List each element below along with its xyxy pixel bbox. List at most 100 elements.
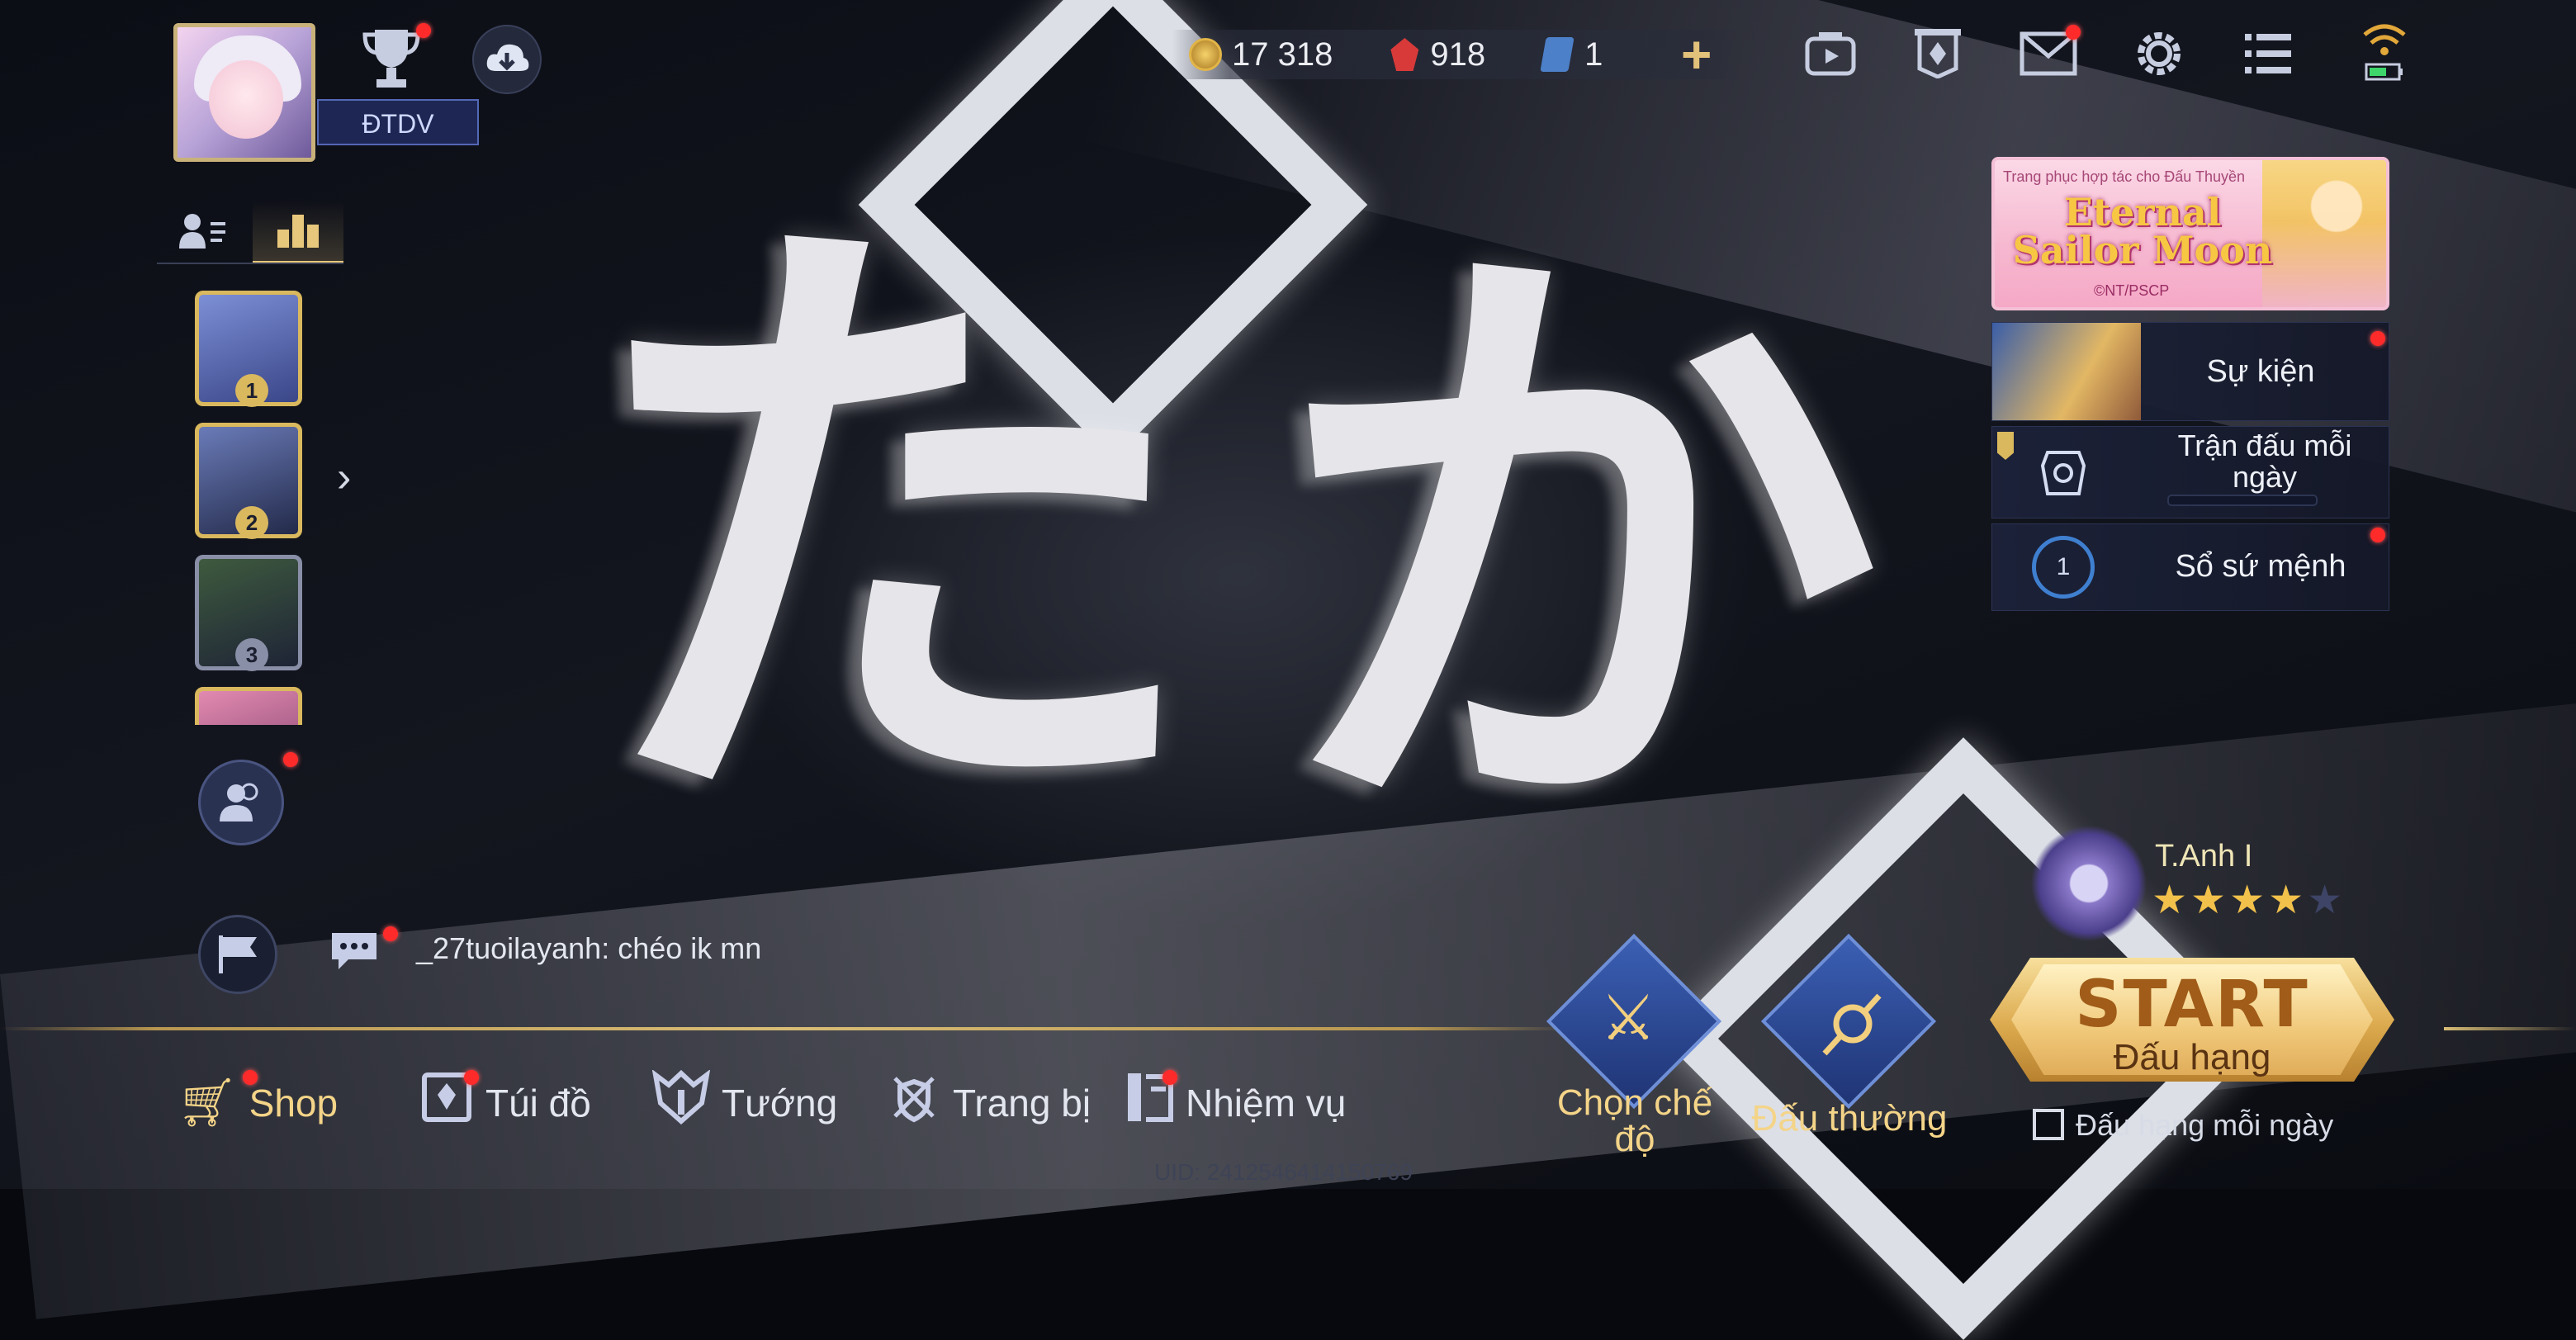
leaderboard-entry[interactable]: 2 bbox=[195, 423, 302, 539]
rank-position-badge: 1 bbox=[235, 374, 268, 407]
banner-button[interactable] bbox=[1909, 23, 1967, 81]
voucher-amount: 1 bbox=[1584, 36, 1603, 73]
star-empty-icon: ★ bbox=[2307, 878, 2346, 922]
nav-heroes[interactable]: Tướng bbox=[651, 1069, 838, 1136]
promo-banner[interactable]: Trang phục hợp tác cho Đấu Thuyền Eterna… bbox=[1991, 157, 2389, 310]
start-button[interactable]: START Đấu hạng bbox=[1990, 958, 2394, 1082]
mission-book-level: 1 bbox=[2056, 553, 2071, 580]
missions-notification-dot bbox=[1163, 1070, 1177, 1085]
flag-icon bbox=[219, 935, 257, 973]
leaderboard-entry[interactable]: 3 bbox=[195, 555, 302, 671]
gear-icon bbox=[2138, 32, 2181, 75]
leaderboard-tabs bbox=[157, 201, 343, 264]
bar-chart-icon bbox=[277, 215, 319, 248]
daily-badge-icon bbox=[1997, 432, 2014, 460]
trophy-icon bbox=[362, 30, 420, 88]
hero-helmet-icon bbox=[651, 1069, 711, 1136]
star-icon: ★ bbox=[2190, 878, 2230, 922]
friends-notification-dot bbox=[283, 752, 298, 767]
rank-stars: ★★★★★ bbox=[2152, 877, 2346, 923]
chat-notification-dot bbox=[383, 926, 398, 941]
rank-position-badge: 3 bbox=[235, 638, 268, 671]
daily-ranked-button[interactable]: Đấu hạng mỗi ngày bbox=[2033, 1108, 2333, 1143]
voucher-icon bbox=[1540, 37, 1574, 72]
star-icon: ★ bbox=[2268, 878, 2308, 922]
promo-title-line2: Sailor Moon bbox=[2012, 228, 2273, 272]
download-button[interactable] bbox=[472, 25, 542, 94]
nav-shop-label: Shop bbox=[249, 1082, 339, 1125]
background-kana-ta: た bbox=[578, 163, 1205, 893]
nav-equipment-label: Trang bị bbox=[953, 1082, 1091, 1125]
wand-icon bbox=[1822, 993, 1882, 1056]
mission-book-label: Sổ sứ mệnh bbox=[2175, 549, 2346, 584]
gold-coin-icon bbox=[1189, 38, 1222, 71]
chat-button[interactable] bbox=[329, 926, 398, 983]
nav-bag[interactable]: Túi đồ bbox=[419, 1070, 591, 1136]
tab-friends-list[interactable] bbox=[157, 201, 248, 261]
gift-icon bbox=[2033, 1109, 2064, 1140]
nav-bag-label: Túi đồ bbox=[485, 1082, 591, 1125]
cloud-download-icon bbox=[486, 44, 529, 71]
event-row-events[interactable]: Sự kiện bbox=[1991, 322, 2389, 421]
settings-button[interactable] bbox=[2130, 25, 2188, 83]
leaderboard-entry[interactable]: 1 bbox=[195, 291, 302, 407]
player-tag[interactable]: ĐTDV bbox=[317, 99, 479, 145]
nav-heroes-label: Tướng bbox=[722, 1082, 838, 1125]
gem-amount: 918 bbox=[1430, 36, 1486, 73]
add-currency-button[interactable]: + bbox=[1681, 26, 1712, 83]
start-mode-label: Đấu hạng bbox=[2113, 1037, 2271, 1077]
nav-missions[interactable]: Nhiệm vụ bbox=[1125, 1070, 1346, 1136]
leaderboard-list[interactable]: 1 2 3 bbox=[190, 287, 310, 725]
wifi-battery-icon bbox=[2363, 24, 2406, 81]
tab-leaderboard[interactable] bbox=[253, 201, 343, 264]
nav-equipment[interactable]: Trang bị bbox=[887, 1070, 1091, 1136]
connection-status bbox=[2360, 18, 2409, 84]
rank-emblem-icon[interactable] bbox=[2031, 826, 2147, 941]
banner-icon bbox=[1915, 29, 1961, 78]
promo-copyright: ©NT/PSCP bbox=[2094, 282, 2170, 299]
event-label: Sự kiện bbox=[2206, 354, 2315, 389]
daily-match-progress bbox=[2167, 495, 2318, 506]
guild-flag-button[interactable] bbox=[198, 915, 277, 994]
camera-icon bbox=[1805, 32, 1856, 76]
crossed-swords-icon: ⚔ bbox=[1600, 983, 1657, 1054]
promo-character-art bbox=[2262, 160, 2386, 307]
start-label: START bbox=[2075, 968, 2309, 1042]
chat-preview-message[interactable]: _27tuoilayanh: chéo ik mn bbox=[416, 931, 761, 966]
nav-shop[interactable]: 🛒︎ Shop bbox=[177, 1070, 338, 1136]
shop-notification-dot bbox=[243, 1070, 258, 1085]
normal-match-label: Đấu thường bbox=[1751, 1098, 1948, 1139]
event-row-mission-book[interactable]: 1 Sổ sứ mệnh bbox=[1991, 523, 2389, 611]
gold-counter: 17 318 bbox=[1189, 36, 1333, 73]
rank-position-badge: 2 bbox=[235, 506, 268, 539]
star-icon: ★ bbox=[2229, 878, 2269, 922]
event-row-daily-match[interactable]: Trận đấu mỗi ngày bbox=[1991, 426, 2389, 518]
player-avatar[interactable] bbox=[173, 23, 315, 162]
tabs-divider bbox=[157, 263, 343, 264]
leaderboard-entry[interactable] bbox=[195, 687, 302, 725]
bottom-divider-right bbox=[2444, 1027, 2576, 1030]
star-icon: ★ bbox=[2152, 878, 2191, 922]
recording-button[interactable] bbox=[1802, 25, 1859, 83]
nav-missions-label: Nhiệm vụ bbox=[1186, 1082, 1347, 1125]
chat-bubble-icon bbox=[332, 933, 376, 969]
normal-match-button[interactable]: Đấu thường bbox=[1742, 933, 1957, 1153]
mail-button[interactable] bbox=[2020, 25, 2081, 83]
daily-match-icon bbox=[2032, 442, 2095, 504]
gold-amount: 17 318 bbox=[1232, 36, 1333, 73]
currency-bar: 17 318 918 1 bbox=[1172, 30, 1742, 79]
menu-button[interactable] bbox=[2239, 25, 2297, 83]
event-hero-image bbox=[1992, 323, 2141, 420]
trophy-button[interactable] bbox=[358, 23, 431, 92]
bottom-divider bbox=[0, 1027, 1569, 1030]
background-kana-ka: か bbox=[1271, 189, 1882, 901]
shield-sword-icon bbox=[887, 1070, 941, 1136]
daily-ranked-label: Đấu hạng mỗi ngày bbox=[2076, 1108, 2334, 1142]
promo-title: Eternal Sailor Moon bbox=[2006, 193, 2279, 269]
choose-mode-button[interactable]: ⚔ Chọn chế độ bbox=[1546, 933, 1722, 1169]
friends-button[interactable] bbox=[198, 752, 298, 845]
avatar-face bbox=[209, 60, 283, 139]
mission-book-icon: 1 bbox=[2032, 536, 2095, 599]
chevron-right-icon[interactable]: › bbox=[337, 452, 351, 502]
voucher-counter: 1 bbox=[1540, 36, 1603, 73]
